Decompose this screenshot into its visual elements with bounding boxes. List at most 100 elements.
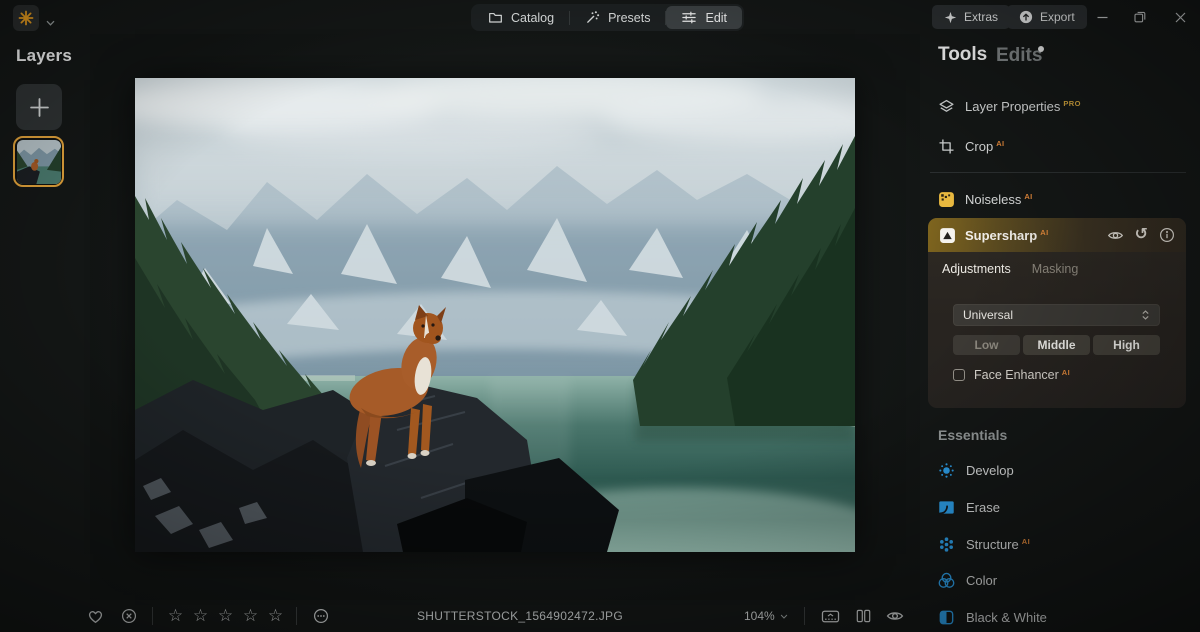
eye-icon [886, 608, 904, 624]
app-logo[interactable] [13, 5, 39, 31]
supersharp-panel: SupersharpAI ↺ Adjustments Masking Unive… [928, 218, 1186, 408]
star-icon[interactable]: ☆ [188, 600, 213, 632]
tool-label: Erase [966, 500, 1000, 515]
layer-thumbnail-selected[interactable] [13, 136, 64, 187]
layers-panel-title: Layers [16, 46, 72, 66]
ai-badge: AI [1024, 192, 1032, 201]
tab-edits[interactable]: Edits [996, 45, 1042, 67]
tool-color[interactable]: Color [938, 571, 997, 589]
supersharp-header[interactable]: SupersharpAI ↺ [928, 218, 1186, 252]
tool-label: CropAI [965, 139, 1005, 154]
plus-icon [29, 97, 50, 118]
select-updown-icon [1141, 309, 1150, 321]
extras-label: Extras [964, 10, 998, 24]
asterisk-logo-icon [18, 10, 34, 26]
tool-label: Color [966, 573, 997, 588]
more-options-button[interactable] [308, 600, 334, 632]
tab-catalog-label: Catalog [511, 11, 554, 25]
filmstrip-toggle-button[interactable] [817, 600, 843, 632]
star-icon[interactable]: ☆ [238, 600, 263, 632]
face-enhancer-checkbox[interactable] [953, 369, 965, 381]
level-low-button[interactable]: Low [953, 335, 1020, 355]
ai-badge: AI [996, 139, 1004, 148]
ellipsis-circle-icon [313, 608, 329, 624]
close-icon [1175, 12, 1186, 23]
app-window: Catalog Presets Edit Extras [0, 0, 1200, 632]
toolbar-divider [804, 607, 805, 625]
tool-erase[interactable]: Erase [938, 498, 1000, 516]
chevron-down-icon [780, 614, 788, 619]
photo-preview[interactable] [135, 78, 855, 552]
develop-sun-icon [938, 462, 955, 479]
toolbar-divider [152, 607, 153, 625]
model-dropdown-value: Universal [963, 308, 1013, 322]
panel-divider [930, 172, 1186, 173]
crop-icon [938, 138, 955, 155]
chevron-down-icon [46, 20, 55, 26]
restore-icon [1134, 11, 1146, 23]
level-middle-button[interactable]: Middle [1023, 335, 1090, 355]
mode-tab-group: Catalog Presets Edit [471, 4, 744, 31]
tool-develop[interactable]: Develop [938, 461, 1014, 479]
photo-scene [135, 78, 855, 552]
tool-structure[interactable]: StructureAI [938, 535, 1030, 553]
zoom-level-control[interactable]: 104% [744, 600, 788, 632]
compare-icon [855, 608, 872, 624]
preview-original-button[interactable] [882, 600, 908, 632]
window-close-button[interactable] [1164, 2, 1196, 32]
info-icon[interactable] [1159, 227, 1175, 243]
ai-badge: AI [1022, 537, 1030, 546]
tool-layer-properties[interactable]: Layer PropertiesPRO [938, 96, 1081, 116]
model-dropdown[interactable]: Universal [953, 304, 1160, 326]
star-icon[interactable]: ☆ [263, 600, 288, 632]
add-layer-button[interactable] [16, 84, 62, 130]
tab-edit[interactable]: Edit [666, 6, 742, 29]
structure-dots-icon [938, 536, 955, 553]
app-menu-chevron[interactable] [46, 13, 55, 31]
erase-icon [938, 499, 955, 516]
window-minimize-button[interactable] [1086, 2, 1118, 32]
tab-tools[interactable]: Tools [938, 44, 987, 66]
tab-adjustments[interactable]: Adjustments [942, 262, 1011, 276]
heart-icon [87, 608, 104, 624]
export-label: Export [1040, 10, 1075, 24]
sharpen-level-group: Low Middle High [953, 335, 1160, 355]
canvas-area [90, 34, 920, 600]
export-button[interactable]: Export [1007, 5, 1087, 29]
tab-presets-label: Presets [608, 11, 650, 25]
pro-badge: PRO [1063, 99, 1080, 108]
tool-crop[interactable]: CropAI [938, 136, 1005, 156]
edits-notification-dot [1038, 46, 1044, 52]
tool-noiseless[interactable]: NoiselessAI [938, 189, 1033, 209]
compare-before-after-button[interactable] [850, 600, 876, 632]
star-icon[interactable]: ☆ [163, 600, 188, 632]
tab-catalog[interactable]: Catalog [473, 6, 569, 29]
visibility-eye-icon[interactable] [1107, 227, 1124, 244]
ai-badge: AI [1062, 368, 1070, 377]
circle-x-icon [121, 608, 137, 624]
minimize-icon [1097, 12, 1108, 23]
toolbar-divider [296, 607, 297, 625]
level-high-button[interactable]: High [1093, 335, 1160, 355]
filmstrip-icon [821, 608, 840, 625]
star-icon[interactable]: ☆ [213, 600, 238, 632]
star-rating: ☆ ☆ ☆ ☆ ☆ [163, 600, 288, 632]
layer-thumbnail-image [17, 140, 61, 184]
tab-presets[interactable]: Presets [570, 6, 665, 29]
window-maximize-button[interactable] [1124, 2, 1156, 32]
active-filename: SHUTTERSTOCK_1564902472.JPG [380, 600, 660, 632]
extras-button[interactable]: Extras [932, 5, 1010, 29]
magic-wand-icon [585, 10, 600, 25]
sliders-icon [681, 10, 697, 25]
favorite-heart-button[interactable] [82, 600, 108, 632]
essentials-section-title: Essentials [938, 427, 1007, 443]
reset-undo-icon[interactable]: ↺ [1135, 226, 1148, 242]
noiseless-icon [938, 191, 955, 208]
tool-label: Develop [966, 463, 1014, 478]
reject-button[interactable] [116, 600, 142, 632]
export-arrow-icon [1019, 10, 1033, 24]
face-enhancer-row[interactable]: Face EnhancerAI [953, 368, 1070, 382]
color-wheel-icon [938, 572, 955, 589]
zoom-level-value: 104% [744, 609, 775, 623]
tab-masking[interactable]: Masking [1032, 262, 1079, 276]
